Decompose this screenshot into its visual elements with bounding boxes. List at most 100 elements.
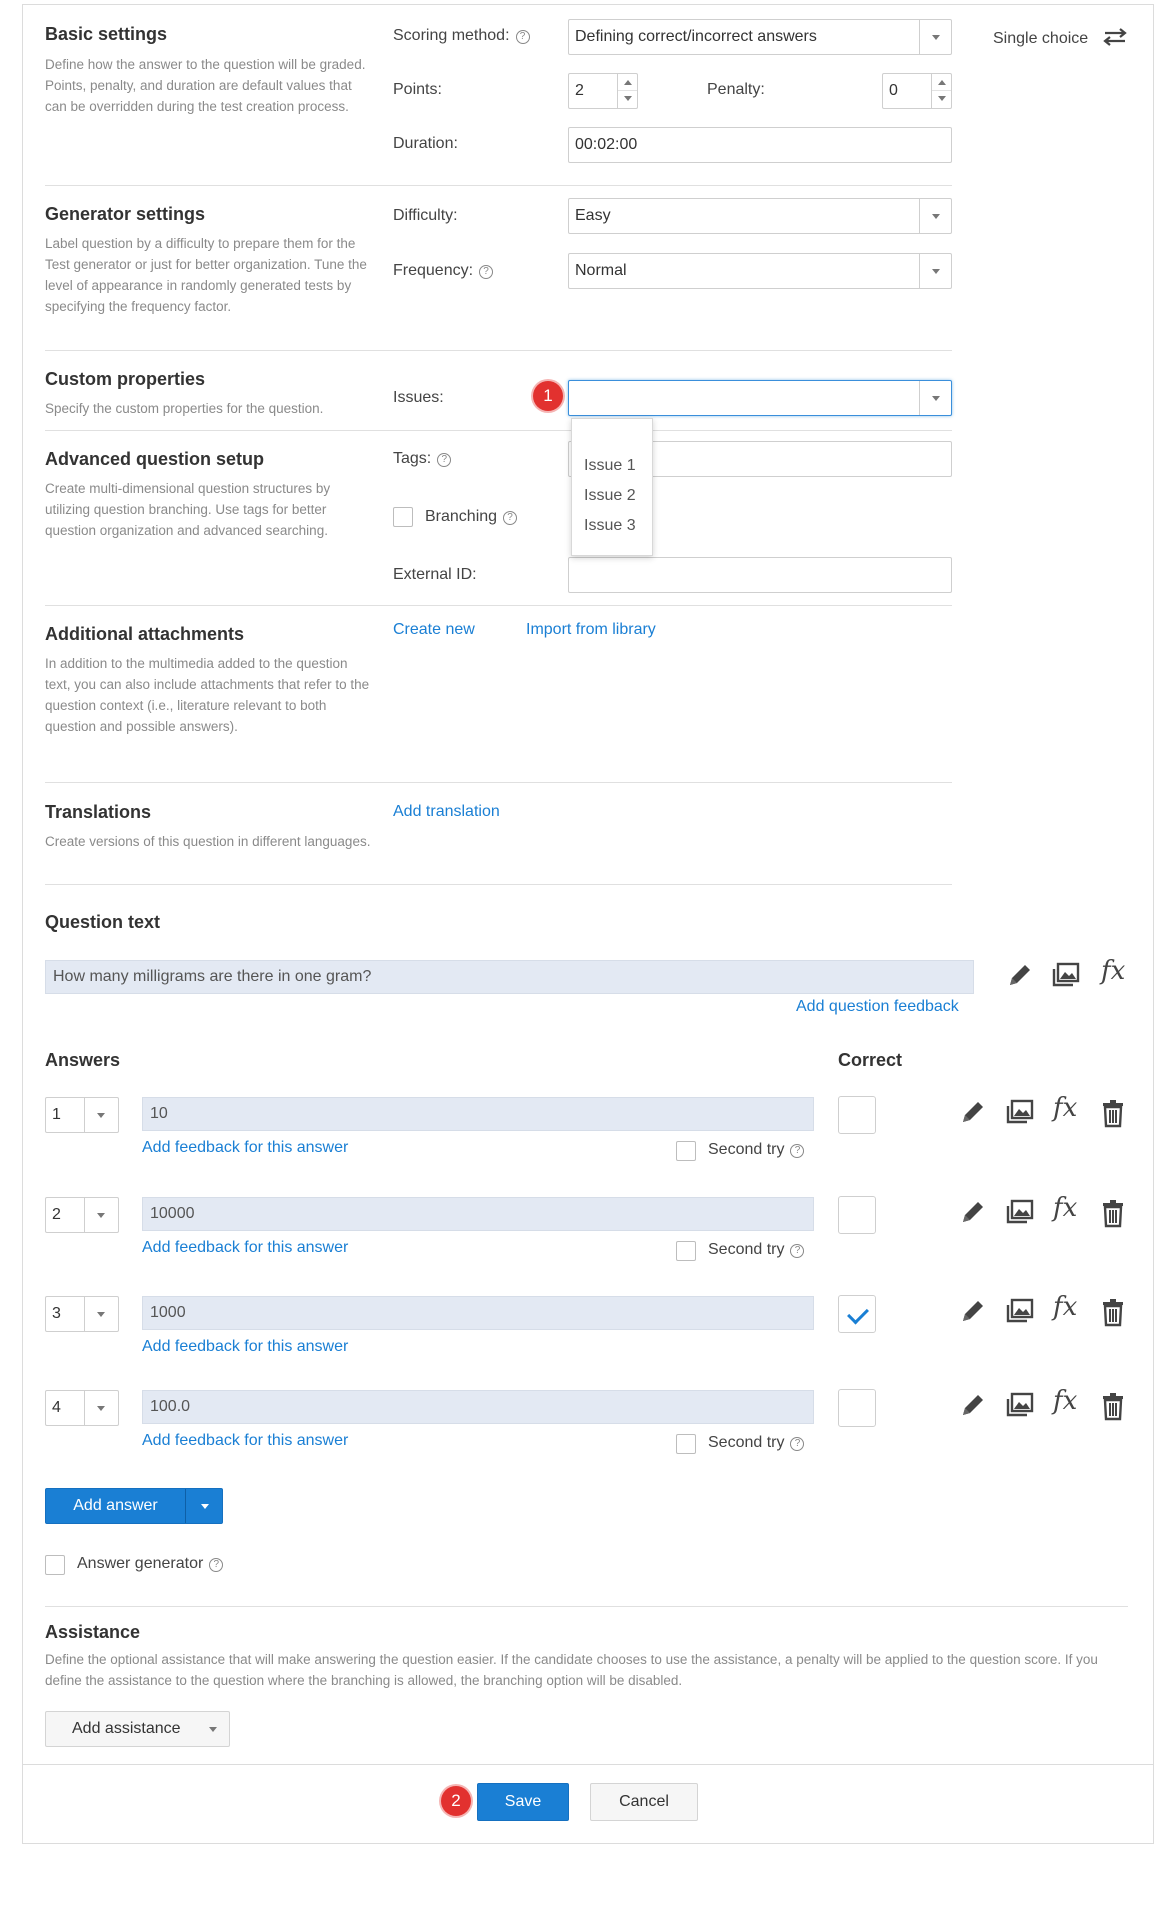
issues-select[interactable] [568,380,952,416]
scoring-method-select[interactable]: Defining correct/incorrect answers [568,19,952,55]
image-icon[interactable] [1005,1296,1035,1326]
assistance-description: Define the optional assistance that will… [45,1652,1098,1688]
answer-order-select[interactable]: 2 [45,1197,119,1233]
add-answer-feedback-link[interactable]: Add feedback for this answer [142,1139,348,1157]
image-icon[interactable] [1005,1390,1035,1420]
points-stepper[interactable]: 2 [568,73,638,109]
save-button[interactable]: Save [477,1783,569,1821]
image-icon[interactable] [1005,1197,1035,1227]
formula-icon[interactable]: fx [1053,1093,1077,1123]
advanced-setup-description: Create multi-dimensional question struct… [45,481,331,538]
answer-order-select[interactable]: 4 [45,1390,119,1426]
frequency-label: Frequency:? [393,262,494,280]
pencil-icon[interactable] [1005,960,1035,990]
create-new-link[interactable]: Create new [393,621,475,639]
answer-generator-checkbox[interactable] [45,1555,65,1575]
help-icon[interactable]: ? [503,511,518,525]
chevron-down-icon [919,381,951,415]
attachments-title: Additional attachments [45,624,245,644]
correct-checkbox[interactable] [838,1096,876,1134]
external-id-label: External ID: [393,566,477,583]
help-icon[interactable]: ? [437,453,452,467]
divider [45,1606,1128,1607]
answer-order-select[interactable]: 1 [45,1097,119,1133]
second-try-checkbox[interactable] [676,1241,696,1261]
formula-icon[interactable]: fx [1053,1386,1077,1416]
cancel-button[interactable]: Cancel [590,1783,698,1821]
answer-text-input[interactable]: 1000 [142,1296,814,1330]
chevron-down-icon [84,1297,118,1331]
correct-checkbox[interactable] [838,1389,876,1427]
help-icon[interactable]: ? [209,1558,224,1572]
branching-checkbox[interactable] [393,507,413,527]
issue-option-3[interactable]: Issue 3 [584,517,636,535]
add-answer-feedback-link[interactable]: Add feedback for this answer [142,1239,348,1257]
chevron-down-icon [919,199,951,233]
answer-text-input[interactable]: 100.0 [142,1390,814,1424]
correct-checkbox[interactable] [838,1196,876,1234]
answer-text-input[interactable]: 10 [142,1097,814,1131]
image-icon[interactable] [1051,960,1081,990]
formula-icon[interactable]: fx [1101,956,1125,986]
second-try-checkbox[interactable] [676,1141,696,1161]
chevron-down-icon [84,1198,118,1232]
external-id-input[interactable] [568,557,952,593]
answer-text-input[interactable]: 10000 [142,1197,814,1231]
pencil-icon[interactable] [958,1390,988,1420]
stepper-arrows-icon[interactable] [931,74,951,108]
second-try-checkbox[interactable] [676,1434,696,1454]
pencil-icon[interactable] [958,1097,988,1127]
add-assistance-button[interactable]: Add assistance [45,1711,230,1747]
add-answer-button[interactable]: Add answer [46,1489,185,1523]
add-translation-link[interactable]: Add translation [393,803,500,821]
add-answer-dropdown-button[interactable] [185,1489,223,1523]
chevron-down-icon [209,1727,217,1732]
question-text-input[interactable]: How many milligrams are there in one gra… [45,960,974,994]
add-answer-feedback-link[interactable]: Add feedback for this answer [142,1338,348,1356]
pencil-icon[interactable] [958,1296,988,1326]
answer-order-value: 1 [52,1106,61,1123]
assistance-title: Assistance [45,1622,141,1642]
add-question-feedback-link[interactable]: Add question feedback [796,998,959,1016]
second-try-label: Second try? [708,1241,805,1259]
question-type-label: Single choice [993,30,1089,47]
duration-input[interactable]: 00:02:00 [568,127,952,163]
difficulty-value: Easy [575,207,611,224]
frequency-select[interactable]: Normal [568,253,952,289]
custom-properties-description: Specify the custom properties for the qu… [45,401,324,416]
help-icon[interactable]: ? [515,30,530,44]
answer-order-select[interactable]: 3 [45,1296,119,1332]
stepper-arrows-icon[interactable] [617,74,637,108]
difficulty-label: Difficulty: [393,207,458,224]
chevron-down-icon [201,1504,209,1509]
help-icon[interactable]: ? [479,265,494,279]
import-library-link[interactable]: Import from library [526,621,656,639]
help-icon[interactable]: ? [790,1437,805,1451]
help-icon[interactable]: ? [790,1144,805,1158]
divider [45,884,952,885]
help-icon[interactable]: ? [790,1244,805,1258]
trash-icon[interactable] [1098,1391,1128,1421]
issue-option-1[interactable]: Issue 1 [584,457,636,475]
image-icon[interactable] [1005,1097,1035,1127]
step-badge-1: 1 [533,381,563,411]
attachments-description: In addition to the multimedia added to t… [45,656,370,734]
swap-arrows-icon [1102,28,1127,46]
difficulty-select[interactable]: Easy [568,198,952,234]
trash-icon[interactable] [1098,1098,1128,1128]
formula-icon[interactable]: fx [1053,1193,1077,1223]
penalty-stepper[interactable]: 0 [882,73,952,109]
formula-icon[interactable]: fx [1053,1292,1077,1322]
question-type-switch[interactable]: Single choice [993,27,1129,48]
divider [45,430,952,431]
trash-icon[interactable] [1098,1198,1128,1228]
divider [45,185,952,186]
chevron-down-icon [84,1391,118,1425]
add-answer-feedback-link[interactable]: Add feedback for this answer [142,1432,348,1450]
tags-label: Tags:? [393,450,452,468]
trash-icon[interactable] [1098,1297,1128,1327]
pencil-icon[interactable] [958,1197,988,1227]
correct-checkbox[interactable] [838,1295,876,1333]
issue-option-2[interactable]: Issue 2 [584,487,636,505]
chevron-down-icon [919,254,951,288]
